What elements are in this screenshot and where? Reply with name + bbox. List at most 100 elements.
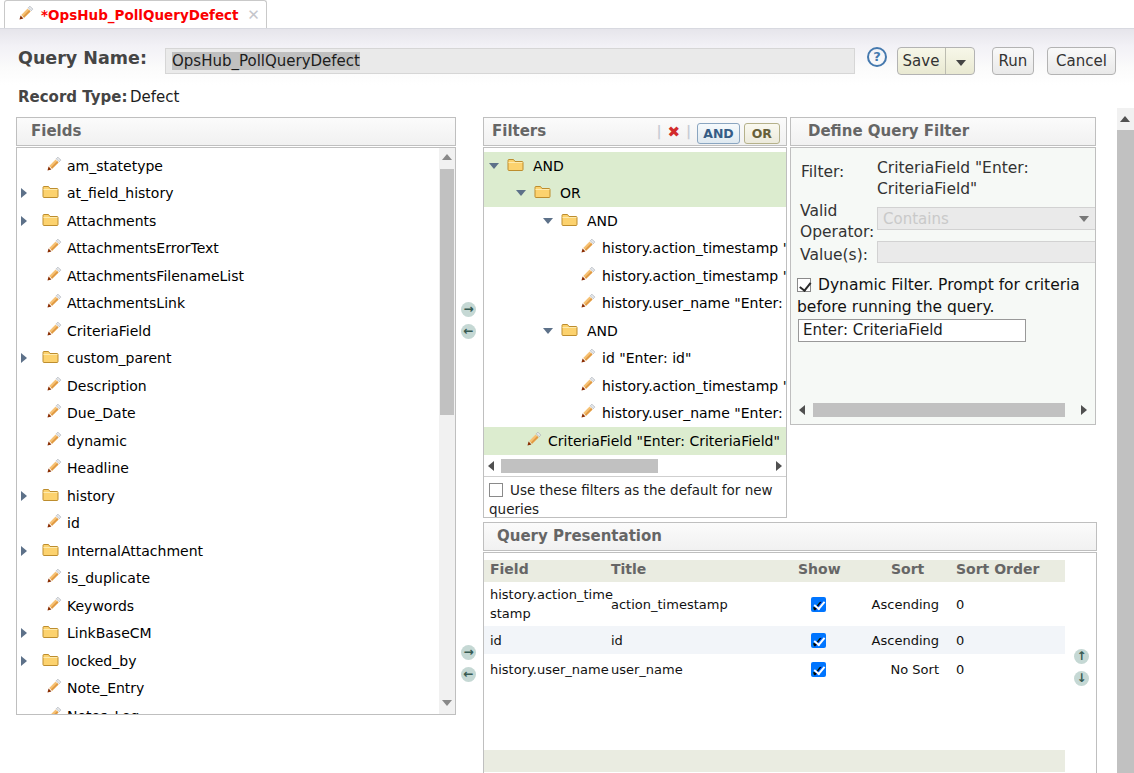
expand-icon[interactable] [21, 353, 27, 363]
field-item-at_field_history[interactable]: at_field_history [17, 180, 455, 208]
filter-node[interactable]: history.user_name "Enter: history.user_n… [484, 290, 786, 318]
scrollbar-arrow-icon[interactable] [442, 154, 452, 160]
valid-operator-select[interactable]: Contains [877, 207, 1096, 230]
or-button[interactable]: OR [744, 123, 780, 144]
scrollbar-arrow-icon[interactable] [442, 700, 452, 706]
filter-node[interactable]: history.action_timestamp "Enter: history… [484, 262, 786, 290]
filter-node[interactable]: history.action_timestamp "Enter: history… [484, 372, 786, 400]
query-name-input[interactable]: OpsHub_PollQueryDefect [165, 48, 855, 74]
field-item-Attachments[interactable]: Attachments [17, 207, 455, 235]
field-item-Description[interactable]: Description [17, 372, 455, 400]
scrollbar-thumb[interactable] [1117, 130, 1134, 773]
scrollbar-thumb[interactable] [440, 169, 454, 415]
field-item-id[interactable]: id [17, 510, 455, 538]
fields-panel-header: Fields [16, 117, 456, 146]
cancel-button[interactable]: Cancel [1047, 47, 1116, 75]
remove-filter-icon[interactable]: ← [461, 324, 476, 339]
dynamic-filter-row[interactable]: Dynamic Filter. Prompt for criteria befo… [797, 275, 1093, 318]
filter-node[interactable]: AND [484, 152, 786, 180]
dynamic-filter-checkbox[interactable] [797, 278, 811, 292]
remove-presentation-icon[interactable]: ← [461, 667, 476, 682]
presentation-row[interactable]: history.action_timestampaction_timestamp… [484, 582, 1065, 626]
collapse-icon[interactable] [516, 190, 526, 196]
collapse-icon[interactable] [489, 163, 499, 169]
filter-node[interactable]: history.user_name "Enter: history.user_n… [484, 400, 786, 428]
move-up-icon[interactable]: ↑ [1074, 649, 1089, 664]
scrollbar-arrow-icon[interactable] [488, 461, 494, 471]
values-input[interactable] [877, 241, 1096, 263]
collapse-icon[interactable] [543, 218, 553, 224]
field-item-locked_by[interactable]: locked_by [17, 647, 455, 675]
column-header-show[interactable]: Show [798, 561, 841, 577]
expand-icon[interactable] [21, 491, 27, 501]
field-item-custom_parent[interactable]: custom_parent [17, 345, 455, 373]
field-item-AttachmentsErrorText[interactable]: AttachmentsErrorText [17, 235, 455, 263]
field-item-CriteriaField[interactable]: CriteriaField [17, 317, 455, 345]
scrollbar-arrow-icon[interactable] [1081, 405, 1087, 415]
filter-node[interactable]: AND [484, 317, 786, 345]
close-icon[interactable]: ✕ [245, 7, 262, 24]
cell-sort[interactable]: Ascending [864, 631, 939, 650]
show-checkbox[interactable]: ✓ [811, 662, 826, 677]
add-presentation-icon[interactable]: → [461, 645, 476, 660]
filter-node[interactable]: history.action_timestamp "Enter: history… [484, 235, 786, 263]
expand-icon[interactable] [21, 628, 27, 638]
expand-icon[interactable] [21, 546, 27, 556]
field-item-Note_Entry[interactable]: Note_Entry [17, 675, 455, 703]
field-item-label: dynamic [67, 433, 127, 449]
add-filter-icon[interactable]: → [461, 302, 476, 317]
criteria-input[interactable]: Enter: CriteriaField [798, 319, 1026, 342]
page-scrollbar[interactable] [1117, 108, 1134, 773]
field-item-Due_Date[interactable]: Due_Date [17, 400, 455, 428]
run-button[interactable]: Run [992, 47, 1034, 75]
filter-node[interactable]: id "Enter: id" [484, 345, 786, 373]
define-hscrollbar[interactable] [797, 399, 1089, 421]
field-item-AttachmentsFilenameList[interactable]: AttachmentsFilenameList [17, 262, 455, 290]
column-header-title[interactable]: Title [611, 561, 646, 577]
field-item-label: LinkBaseCM [67, 625, 152, 641]
field-item-Headline[interactable]: Headline [17, 455, 455, 483]
save-button[interactable]: Save [897, 47, 975, 75]
cell-sort[interactable]: Ascending [864, 595, 939, 614]
field-item-AttachmentsLink[interactable]: AttachmentsLink [17, 290, 455, 318]
field-item-am_statetype[interactable]: am_statetype [17, 152, 455, 180]
cell-sort[interactable]: No Sort [864, 660, 939, 679]
filter-node[interactable]: AND [484, 207, 786, 235]
help-icon[interactable]: ? [867, 47, 887, 67]
pencil-icon [580, 293, 596, 313]
filter-node[interactable]: OR [484, 180, 786, 208]
presentation-row[interactable]: idid✓Ascending0 [484, 626, 1065, 654]
expand-icon[interactable] [21, 216, 27, 226]
field-item-dynamic[interactable]: dynamic [17, 427, 455, 455]
scrollbar-thumb[interactable] [501, 459, 658, 473]
move-down-icon[interactable]: ↓ [1074, 671, 1089, 686]
show-checkbox[interactable]: ✓ [811, 633, 826, 648]
field-item-Notes_Log[interactable]: Notes_Log [17, 702, 455, 715]
expand-icon[interactable] [21, 188, 27, 198]
scrollbar-arrow-icon[interactable] [776, 461, 782, 471]
scrollbar-arrow-icon[interactable] [799, 405, 805, 415]
field-item-InternalAttachment[interactable]: InternalAttachment [17, 537, 455, 565]
field-item-history[interactable]: history [17, 482, 455, 510]
column-header-field[interactable]: Field [490, 561, 529, 577]
scrollbar-arrow-icon[interactable] [1120, 116, 1130, 122]
default-filter-checkbox-row[interactable]: Use these filters as the default for new… [484, 476, 786, 518]
query-tab[interactable]: *OpsHub_PollQueryDefect ✕ [4, 0, 267, 28]
scrollbar-thumb[interactable] [813, 403, 1065, 417]
delete-filter-icon[interactable]: ✖ [668, 123, 681, 141]
filters-hscrollbar[interactable] [486, 455, 784, 477]
column-header-sort-order[interactable]: Sort Order [956, 561, 1039, 577]
field-item-Keywords[interactable]: Keywords [17, 592, 455, 620]
filter-node[interactable]: CriteriaField "Enter: CriteriaField" [484, 427, 786, 455]
presentation-row[interactable]: history.user_nameuser_name✓No Sort0 [484, 654, 1065, 684]
field-item-is_duplicate[interactable]: is_duplicate [17, 565, 455, 593]
field-item-LinkBaseCM[interactable]: LinkBaseCM [17, 620, 455, 648]
and-button[interactable]: AND [697, 123, 740, 144]
default-filter-checkbox[interactable] [489, 483, 503, 497]
expand-icon[interactable] [21, 656, 27, 666]
save-dropdown-arrow[interactable] [946, 48, 975, 74]
column-header-sort[interactable]: Sort [891, 561, 924, 577]
show-checkbox[interactable]: ✓ [811, 597, 826, 612]
fields-scrollbar[interactable] [439, 148, 455, 714]
collapse-icon[interactable] [543, 328, 553, 334]
